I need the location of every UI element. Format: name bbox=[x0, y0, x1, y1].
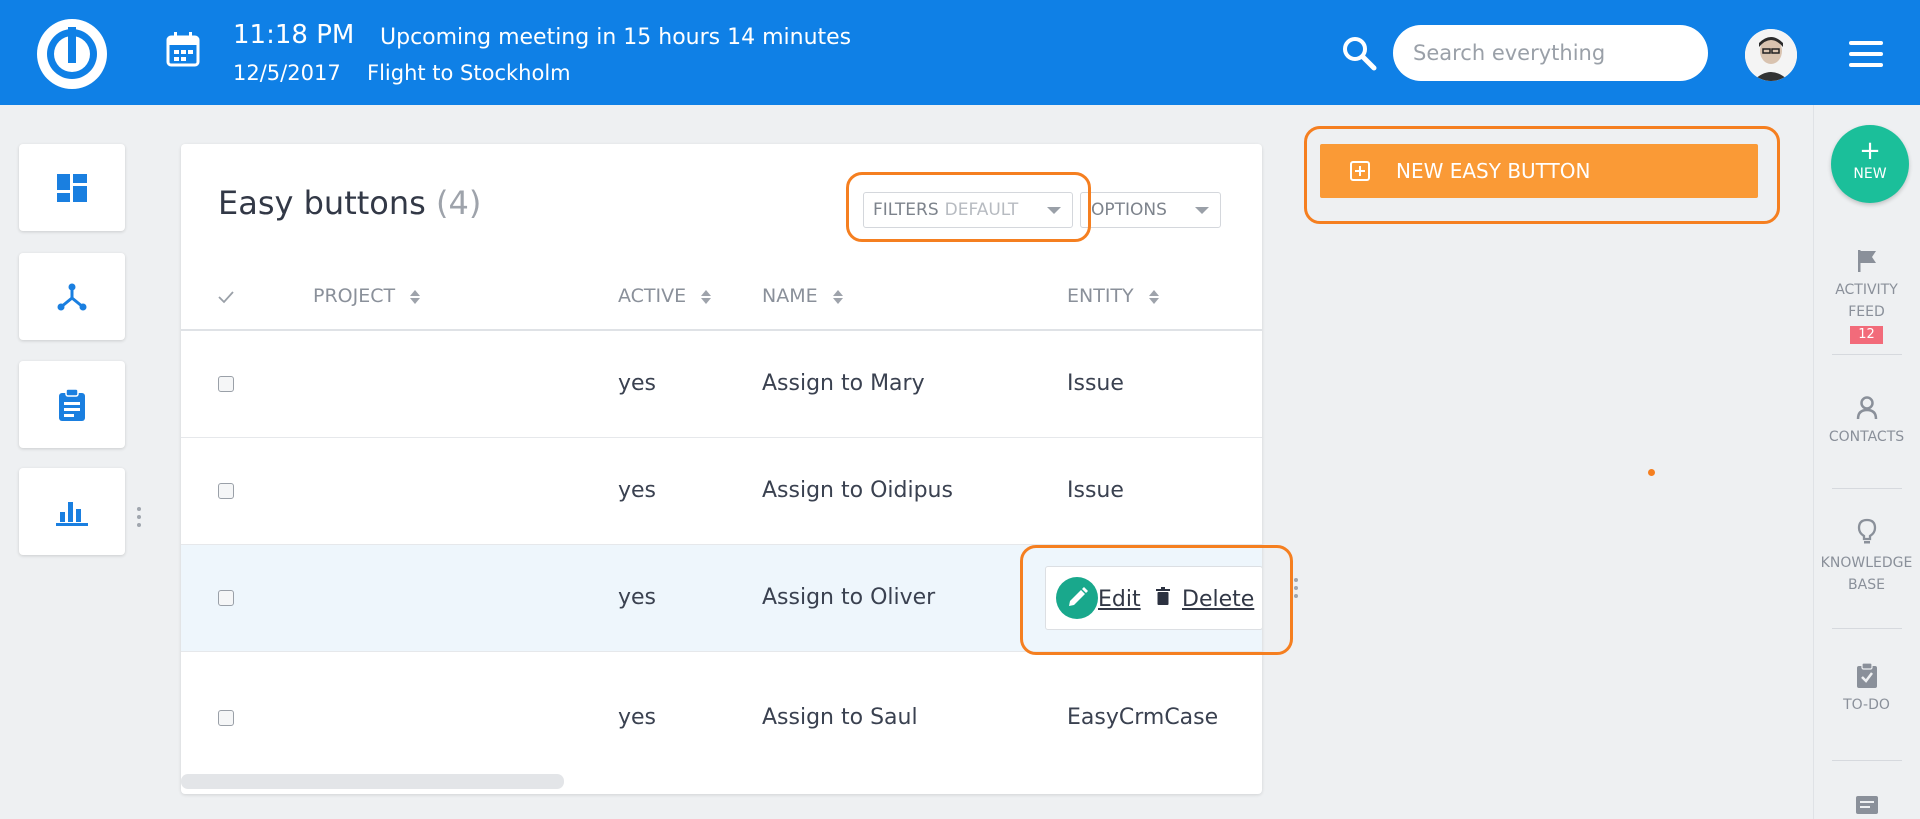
sidebar-divider bbox=[1832, 760, 1902, 761]
sidebar-divider bbox=[1832, 628, 1902, 629]
chevron-down-icon bbox=[1195, 207, 1209, 214]
search-input[interactable] bbox=[1393, 25, 1708, 81]
notification-badge: 12 bbox=[1850, 326, 1883, 344]
upcoming-meeting[interactable]: Upcoming meeting in 15 hours 14 minutes bbox=[380, 25, 851, 50]
cell-entity: Issue bbox=[1067, 371, 1124, 396]
new-fab-button[interactable]: + NEW bbox=[1831, 125, 1909, 203]
cell-active: yes bbox=[618, 585, 657, 610]
annotation-dot bbox=[1648, 469, 1655, 476]
flag-icon bbox=[1857, 250, 1876, 272]
calendar-icon[interactable] bbox=[166, 31, 200, 67]
sidebar-divider bbox=[1832, 354, 1902, 355]
table-row[interactable]: yes Assign to Saul EasyCrmCase bbox=[181, 652, 1262, 794]
sort-icon bbox=[832, 289, 843, 304]
current-time: 11:18 PM bbox=[233, 20, 355, 50]
sidebar-divider bbox=[1832, 488, 1902, 489]
cell-name[interactable]: Assign to Oliver bbox=[762, 585, 935, 610]
bar-chart-icon bbox=[56, 501, 88, 526]
easy-buttons-card: Easy buttons (4) FILTERS DEFAULT OPTIONS… bbox=[181, 144, 1262, 794]
cell-name[interactable]: Assign to Mary bbox=[762, 371, 925, 396]
person-icon bbox=[1856, 396, 1877, 420]
cell-active: yes bbox=[618, 478, 657, 503]
cell-entity: Issue bbox=[1067, 478, 1124, 503]
column-header-label: NAME bbox=[762, 285, 818, 307]
clipboard-icon bbox=[59, 388, 85, 421]
nav-clipboard-button[interactable] bbox=[19, 361, 125, 448]
sidebar-item-label: KNOWLEDGE bbox=[1820, 555, 1913, 571]
sidebar-item-label: TO-DO bbox=[1843, 697, 1890, 713]
select-all-check-icon[interactable] bbox=[218, 290, 234, 304]
sidebar-item-label: CONTACTS bbox=[1828, 429, 1905, 445]
top-bar: 11:18 PM Upcoming meeting in 15 hours 14… bbox=[0, 0, 1920, 105]
row-checkbox[interactable] bbox=[218, 590, 234, 606]
sidebar-item-todo[interactable]: TO-DO bbox=[1813, 662, 1920, 716]
highlight-row-actions bbox=[1020, 545, 1293, 655]
column-header-label: ACTIVE bbox=[618, 285, 687, 307]
comment-icon bbox=[1855, 796, 1878, 814]
sidebar-item-label: ACTIVITY bbox=[1835, 282, 1898, 298]
logo-icon[interactable] bbox=[37, 19, 107, 89]
column-header-name[interactable]: NAME bbox=[762, 285, 843, 307]
cell-entity: EasyCrmCase bbox=[1067, 705, 1219, 730]
new-fab-label: NEW bbox=[1853, 166, 1887, 182]
hierarchy-icon bbox=[57, 283, 87, 310]
table-row[interactable]: yes Assign to Oidipus Issue bbox=[181, 438, 1262, 545]
row-checkbox[interactable] bbox=[218, 710, 234, 726]
dashboard-icon bbox=[57, 173, 87, 202]
current-date: 12/5/2017 bbox=[233, 61, 341, 85]
sidebar-item-label: BASE bbox=[1848, 577, 1885, 593]
cell-name[interactable]: Assign to Oidipus bbox=[762, 478, 953, 503]
column-header-label: ENTITY bbox=[1067, 285, 1134, 307]
sort-icon bbox=[410, 289, 421, 304]
search-icon[interactable] bbox=[1341, 35, 1377, 71]
cell-active: yes bbox=[618, 371, 657, 396]
column-header-project[interactable]: PROJECT bbox=[313, 285, 421, 307]
sidebar-item-comments[interactable] bbox=[1813, 796, 1920, 819]
column-header-active[interactable]: ACTIVE bbox=[618, 285, 712, 307]
table-row[interactable]: yes Assign to Mary Issue bbox=[181, 331, 1262, 438]
item-count: (4) bbox=[436, 184, 482, 222]
column-header-label: PROJECT bbox=[313, 285, 396, 307]
clipboard-check-icon bbox=[1856, 662, 1877, 688]
nav-dashboard-button[interactable] bbox=[19, 144, 125, 231]
cell-active: yes bbox=[618, 705, 657, 730]
upcoming-event[interactable]: Flight to Stockholm bbox=[367, 61, 571, 85]
highlight-filters bbox=[846, 172, 1091, 242]
sidebar-item-contacts[interactable]: CONTACTS bbox=[1813, 396, 1920, 448]
column-header-entity[interactable]: ENTITY bbox=[1067, 285, 1159, 307]
row-checkbox[interactable] bbox=[218, 376, 234, 392]
nav-resize-handle[interactable] bbox=[137, 507, 143, 529]
sidebar-item-knowledge-base[interactable]: KNOWLEDGE BASE bbox=[1813, 518, 1920, 596]
page-title: Easy buttons (4) bbox=[218, 184, 481, 222]
sidebar-item-activity-feed[interactable]: ACTIVITY FEED 12 bbox=[1813, 249, 1920, 345]
row-drag-handle[interactable] bbox=[1294, 578, 1298, 598]
horizontal-scrollbar[interactable] bbox=[181, 774, 564, 789]
plus-icon: + bbox=[1859, 136, 1881, 166]
page-title-text: Easy buttons bbox=[218, 184, 426, 222]
lightbulb-icon bbox=[1857, 518, 1876, 544]
row-checkbox[interactable] bbox=[218, 483, 234, 499]
highlight-new-easy-button bbox=[1304, 126, 1780, 224]
options-label: OPTIONS bbox=[1091, 200, 1167, 220]
hamburger-icon[interactable] bbox=[1849, 41, 1883, 67]
cell-name[interactable]: Assign to Saul bbox=[762, 705, 918, 730]
sort-icon bbox=[701, 289, 712, 304]
options-dropdown[interactable]: OPTIONS bbox=[1080, 192, 1221, 228]
nav-reports-button[interactable] bbox=[19, 468, 125, 555]
nav-hierarchy-button[interactable] bbox=[19, 253, 125, 340]
sort-icon bbox=[1148, 289, 1159, 304]
sidebar-item-label: FEED bbox=[1848, 304, 1885, 320]
avatar[interactable] bbox=[1745, 29, 1797, 81]
